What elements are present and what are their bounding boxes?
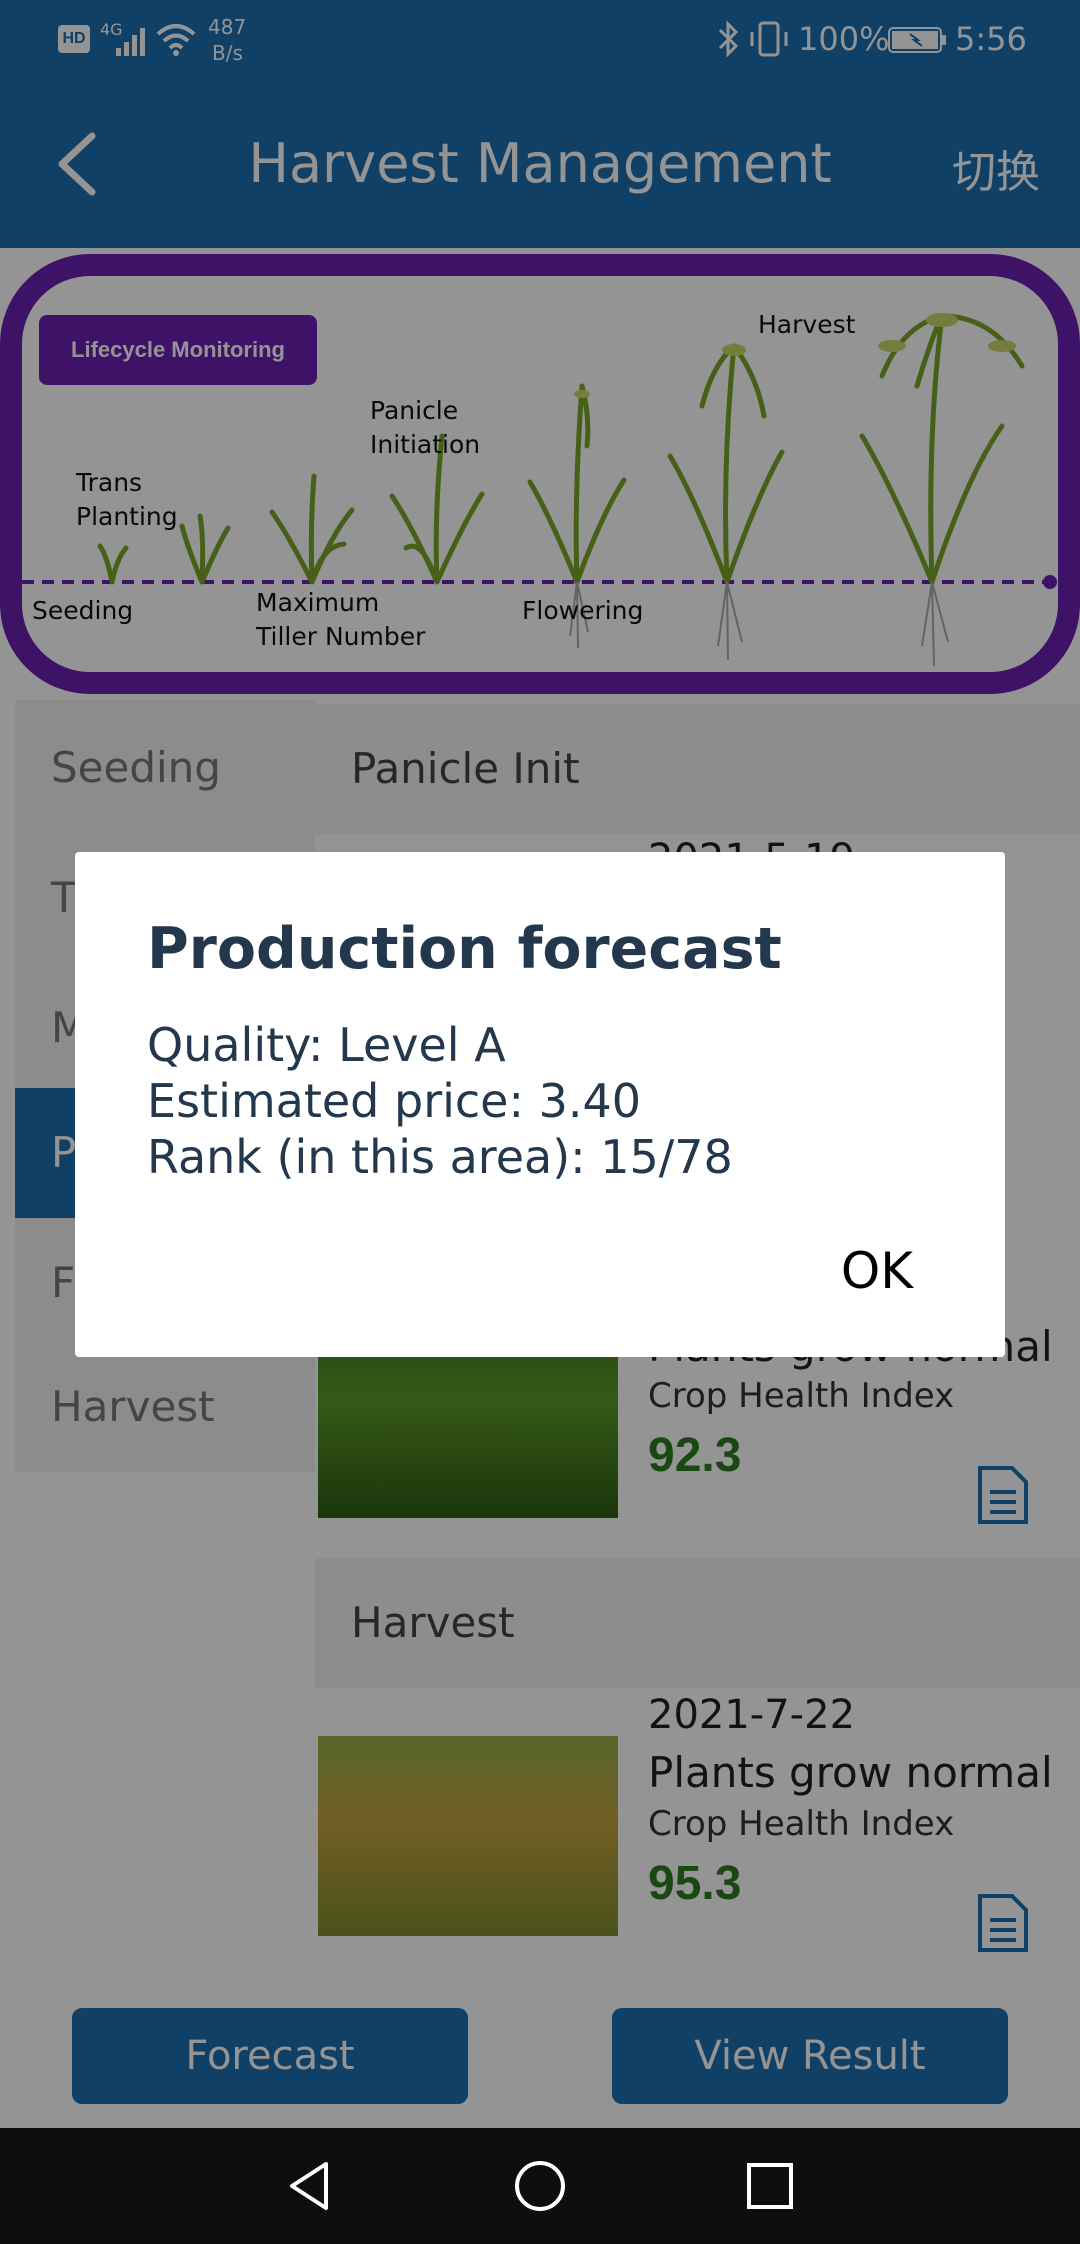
dialog-rank: Rank (in this area): 15/78 — [147, 1130, 733, 1184]
system-nav-bar — [0, 2128, 1080, 2244]
dialog-quality: Quality: Level A — [147, 1018, 506, 1072]
dialog-estimated-price: Estimated price: 3.40 — [147, 1074, 642, 1128]
nav-recents-icon[interactable] — [742, 2158, 798, 2214]
production-forecast-dialog: Production forecast Quality: Level A Est… — [75, 852, 1005, 1357]
nav-back-icon[interactable] — [282, 2158, 338, 2214]
dialog-title: Production forecast — [147, 916, 782, 982]
nav-home-icon[interactable] — [512, 2158, 568, 2214]
ok-button[interactable]: OK — [841, 1242, 913, 1300]
